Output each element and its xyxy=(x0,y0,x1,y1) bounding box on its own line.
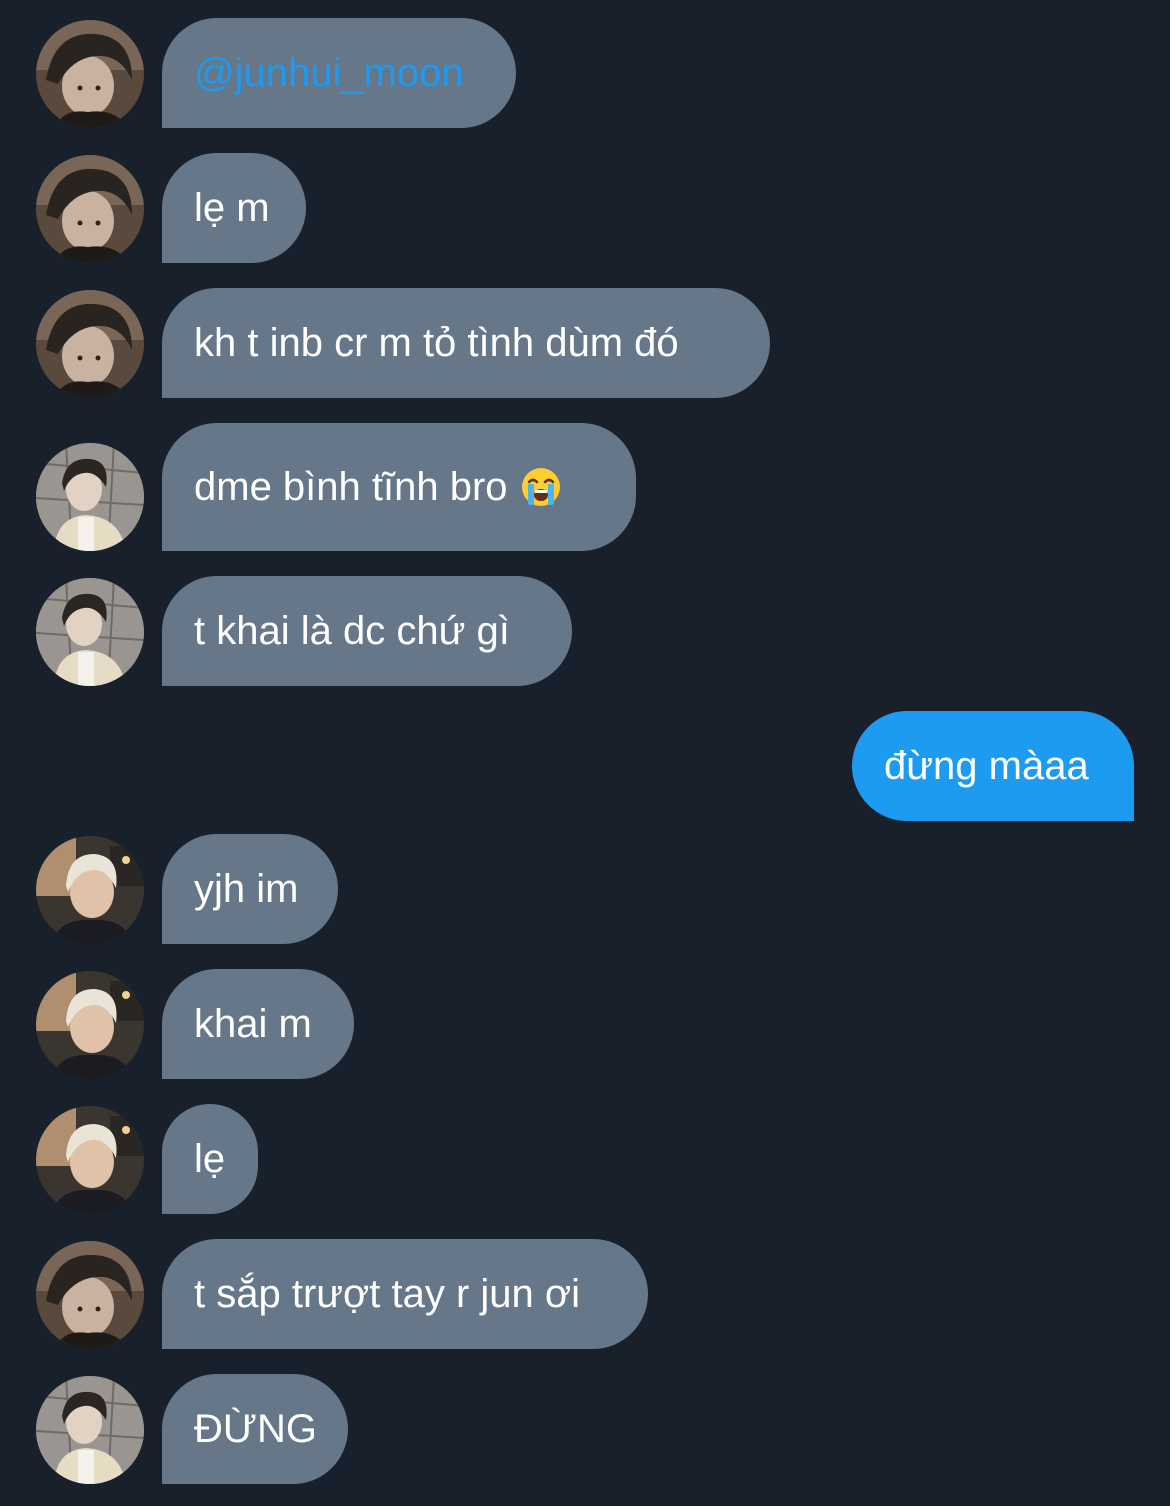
avatar[interactable] xyxy=(36,971,144,1079)
avatar-image xyxy=(36,836,144,944)
message-thread: @junhui_moon lẹ m kh t inb cr m tỏ tình … xyxy=(0,0,1170,1506)
message-bubble[interactable]: lẹ m xyxy=(162,153,306,263)
message-row: khai m xyxy=(0,969,1170,1079)
message-bubble[interactable]: ĐỪNG xyxy=(162,1374,348,1484)
message-row: lẹ m xyxy=(0,153,1170,263)
message-row: yjh im xyxy=(0,834,1170,944)
mention-link[interactable]: @junhui_moon xyxy=(194,49,464,97)
message-bubble[interactable]: kh t inb cr m tỏ tình dùm đó xyxy=(162,288,770,398)
avatar[interactable] xyxy=(36,443,144,551)
avatar-image xyxy=(36,1241,144,1349)
message-bubble[interactable]: t sắp trượt tay r jun ơi xyxy=(162,1239,648,1349)
avatar[interactable] xyxy=(36,20,144,128)
avatar-image xyxy=(36,155,144,263)
message-row: @junhui_moon xyxy=(0,18,1170,128)
avatar[interactable] xyxy=(36,1241,144,1349)
message-text: lẹ xyxy=(194,1137,226,1181)
avatar[interactable] xyxy=(36,290,144,398)
message-text: khai m xyxy=(194,1002,312,1046)
avatar[interactable] xyxy=(36,1376,144,1484)
message-bubble[interactable]: dme bình tĩnh bro xyxy=(162,423,636,551)
message-row: lẹ xyxy=(0,1104,1170,1214)
message-row: ĐỪNG xyxy=(0,1374,1170,1484)
avatar[interactable] xyxy=(36,155,144,263)
avatar-image xyxy=(36,1106,144,1214)
avatar-image xyxy=(36,1376,144,1484)
message-text: ĐỪNG xyxy=(194,1407,318,1451)
message-bubble[interactable]: khai m xyxy=(162,969,354,1079)
message-text: kh t inb cr m tỏ tình dùm đó xyxy=(194,321,679,365)
avatar-image xyxy=(36,443,144,551)
avatar[interactable] xyxy=(36,1106,144,1214)
message-row: đừng màaa xyxy=(0,711,1170,821)
message-text: lẹ m xyxy=(194,186,270,230)
message-bubble[interactable]: t khai là dc chứ gì xyxy=(162,576,572,686)
message-text: yjh im xyxy=(194,867,299,911)
avatar-image xyxy=(36,971,144,1079)
message-row: t sắp trượt tay r jun ơi xyxy=(0,1239,1170,1349)
message-bubble-outgoing[interactable]: đừng màaa xyxy=(852,711,1134,821)
message-row: kh t inb cr m tỏ tình dùm đó xyxy=(0,288,1170,398)
message-row: dme bình tĩnh bro xyxy=(0,423,1170,551)
message-text: đừng màaa xyxy=(884,744,1089,788)
avatar[interactable] xyxy=(36,836,144,944)
message-bubble[interactable]: yjh im xyxy=(162,834,338,944)
message-row: t khai là dc chứ gì xyxy=(0,576,1170,686)
message-bubble[interactable]: lẹ xyxy=(162,1104,258,1214)
message-text: t sắp trượt tay r jun ơi xyxy=(194,1272,581,1316)
message-text: t khai là dc chứ gì xyxy=(194,609,510,653)
message-text: dme bình tĩnh bro xyxy=(194,465,508,509)
loudly-crying-face-icon xyxy=(520,466,562,508)
avatar-image xyxy=(36,290,144,398)
avatar[interactable] xyxy=(36,578,144,686)
message-bubble[interactable]: @junhui_moon xyxy=(162,18,516,128)
avatar-image xyxy=(36,578,144,686)
avatar-image xyxy=(36,20,144,128)
